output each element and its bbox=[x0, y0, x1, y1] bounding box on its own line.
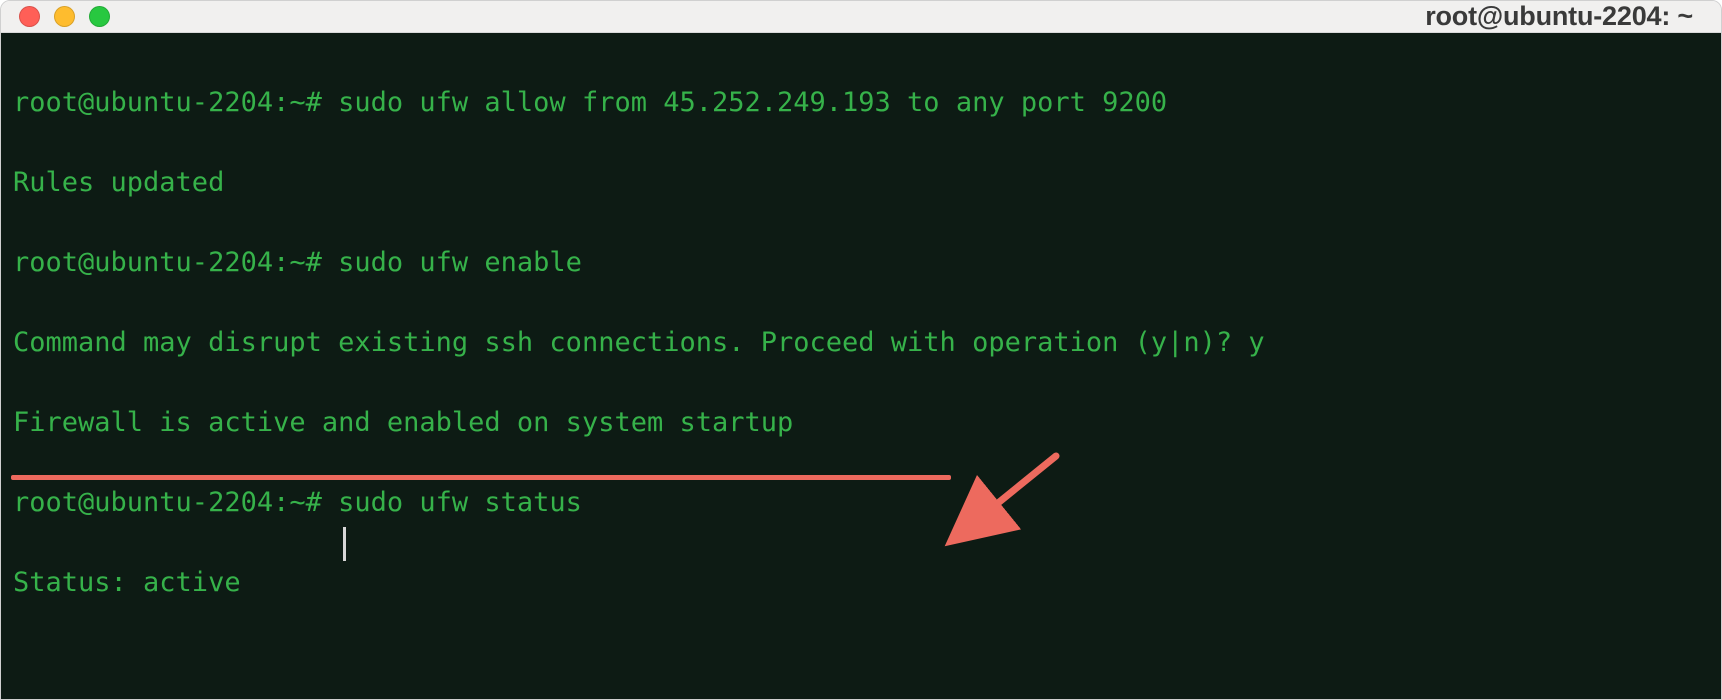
shell-prompt: root@ubuntu-2204:~# bbox=[13, 87, 338, 118]
terminal-line: Firewall is active and enabled on system… bbox=[13, 403, 1709, 443]
terminal-body[interactable]: root@ubuntu-2204:~# sudo ufw allow from … bbox=[1, 33, 1721, 700]
close-icon[interactable] bbox=[19, 6, 40, 27]
shell-prompt: root@ubuntu-2204:~# bbox=[13, 487, 338, 518]
terminal-line: Status: active bbox=[13, 563, 1709, 603]
terminal-line: Command may disrupt existing ssh connect… bbox=[13, 323, 1709, 363]
command-text: sudo ufw enable bbox=[338, 247, 582, 278]
text-cursor bbox=[343, 527, 346, 561]
command-text: sudo ufw allow from 45.252.249.193 to an… bbox=[338, 87, 1167, 118]
annotation-underline bbox=[11, 475, 951, 480]
minimize-icon[interactable] bbox=[54, 6, 75, 27]
window-controls bbox=[19, 6, 110, 27]
terminal-line: root@ubuntu-2204:~# sudo ufw allow from … bbox=[13, 83, 1709, 123]
terminal-window: root@ubuntu-2204: ~ root@ubuntu-2204:~# … bbox=[0, 0, 1722, 700]
titlebar: root@ubuntu-2204: ~ bbox=[1, 1, 1721, 33]
shell-prompt: root@ubuntu-2204:~# bbox=[13, 247, 338, 278]
terminal-line bbox=[13, 643, 1709, 683]
window-title: root@ubuntu-2204: ~ bbox=[1425, 1, 1703, 32]
terminal-line: root@ubuntu-2204:~# sudo ufw status bbox=[13, 483, 1709, 523]
terminal-line: root@ubuntu-2204:~# sudo ufw enable bbox=[13, 243, 1709, 283]
command-text: sudo ufw status bbox=[338, 487, 582, 518]
terminal-line: Rules updated bbox=[13, 163, 1709, 203]
zoom-icon[interactable] bbox=[89, 6, 110, 27]
